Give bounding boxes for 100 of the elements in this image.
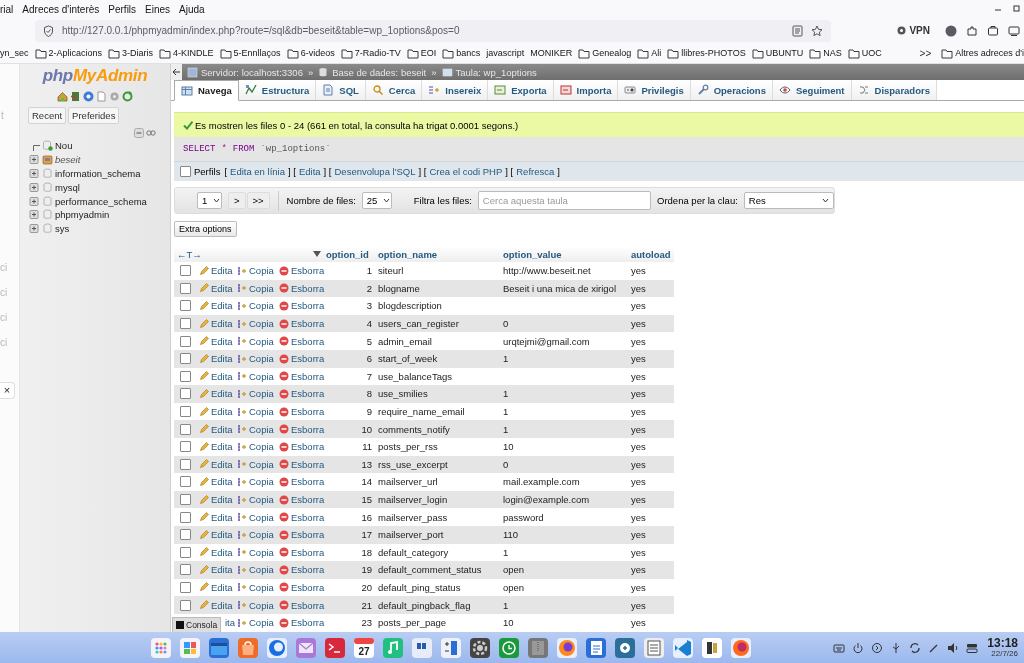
checkbox[interactable] bbox=[180, 564, 191, 576]
delete-link[interactable]: Esborra bbox=[279, 511, 324, 523]
edit-link[interactable]: Edita bbox=[199, 353, 237, 365]
copy-link[interactable]: Copia bbox=[237, 300, 279, 312]
sort-icon[interactable] bbox=[313, 251, 321, 257]
copy-link[interactable]: Copia bbox=[237, 511, 279, 523]
bookmark[interactable]: javascript bbox=[486, 48, 525, 58]
gear-icon[interactable] bbox=[469, 636, 491, 659]
tab[interactable]: SQL bbox=[316, 80, 366, 100]
more-bookmarks-button[interactable]: >> bbox=[919, 47, 932, 59]
column-arrows[interactable]: ←T→ bbox=[174, 248, 279, 260]
copy-link[interactable]: Copia bbox=[237, 406, 279, 418]
bookmark[interactable]: Genealog bbox=[578, 47, 632, 59]
bookmark[interactable]: EOI bbox=[406, 47, 437, 59]
edit-link[interactable]: Edita bbox=[199, 300, 237, 312]
close-button[interactable]: × bbox=[0, 382, 15, 399]
delete-link[interactable]: Esborra bbox=[279, 300, 324, 312]
checkbox[interactable] bbox=[180, 494, 191, 505]
exit-icon[interactable] bbox=[70, 91, 81, 102]
bookmark[interactable]: 3-Diaris bbox=[108, 47, 154, 59]
app-icon[interactable] bbox=[701, 636, 723, 659]
tree-item[interactable]: Nou bbox=[29, 139, 170, 153]
filter-field[interactable]: Cerca aquesta taula bbox=[477, 191, 652, 210]
delete-link[interactable]: Esborra bbox=[279, 582, 324, 593]
tab[interactable]: Navega bbox=[174, 80, 239, 101]
checkbox[interactable] bbox=[180, 282, 191, 294]
edit-link[interactable]: Edita bbox=[199, 423, 237, 435]
media-icon[interactable] bbox=[871, 641, 884, 654]
delete-link[interactable]: Esborra bbox=[279, 546, 324, 558]
page-select[interactable]: 1 bbox=[197, 192, 222, 209]
menu-item[interactable]: rial bbox=[0, 3, 14, 15]
tab[interactable]: Cerca bbox=[365, 80, 423, 100]
extension-icon[interactable] bbox=[966, 24, 978, 37]
copy-link[interactable]: Copia bbox=[237, 282, 279, 294]
delete-link[interactable]: Esborra bbox=[279, 564, 324, 576]
launcher-icon[interactable] bbox=[150, 636, 172, 659]
volume-icon[interactable] bbox=[947, 641, 960, 654]
bookmark[interactable]: 5-Ennllaços bbox=[219, 47, 281, 59]
reload-icon[interactable] bbox=[122, 91, 133, 102]
edit-link[interactable]: Edita bbox=[199, 582, 237, 593]
delete-link[interactable]: Esborra bbox=[279, 370, 324, 382]
checkbox[interactable] bbox=[180, 599, 191, 611]
delete-link[interactable]: Esborra bbox=[279, 476, 324, 488]
help-icon[interactable] bbox=[83, 91, 94, 102]
copy-link[interactable]: Copia bbox=[237, 353, 279, 365]
edit-link[interactable]: Edita bbox=[199, 511, 237, 523]
mail-icon[interactable] bbox=[295, 636, 317, 659]
extra-options-button[interactable]: Extra options bbox=[174, 221, 237, 237]
tree-item[interactable]: mysql bbox=[29, 180, 170, 195]
column-header[interactable]: option_value bbox=[501, 248, 629, 260]
delete-link[interactable]: Esborra bbox=[279, 353, 324, 365]
bookmark[interactable]: llibres-PHOTOS bbox=[667, 47, 746, 59]
bookmark[interactable]: UOC bbox=[847, 47, 882, 59]
checkbox[interactable] bbox=[180, 582, 191, 593]
checkbox[interactable] bbox=[180, 318, 191, 330]
bookmark[interactable]: yn_sec bbox=[0, 48, 29, 58]
rows-select[interactable]: 25 bbox=[361, 192, 392, 209]
battery-icon[interactable] bbox=[966, 641, 979, 654]
edit-link[interactable]: Edita bbox=[199, 265, 237, 277]
keyboard-icon[interactable] bbox=[833, 641, 846, 654]
checkbox[interactable] bbox=[180, 476, 191, 488]
checkbox[interactable] bbox=[180, 353, 191, 365]
last-button[interactable]: >> bbox=[246, 192, 270, 209]
link[interactable]: Refresca bbox=[516, 166, 555, 177]
copy-link[interactable]: Copia bbox=[237, 441, 279, 453]
copy-link[interactable]: Copia bbox=[237, 599, 279, 611]
copy-link[interactable]: Copia bbox=[237, 529, 279, 541]
clock-icon[interactable] bbox=[498, 636, 520, 659]
breadcrumb-link[interactable]: Base de dades: beseit bbox=[318, 66, 427, 78]
checkbox[interactable] bbox=[180, 546, 191, 558]
archive-icon[interactable] bbox=[527, 636, 549, 659]
checkbox[interactable] bbox=[180, 335, 191, 347]
maximize-icon[interactable] bbox=[1012, 4, 1022, 14]
edit-link[interactable]: Edita bbox=[199, 529, 237, 541]
home-icon[interactable] bbox=[57, 91, 68, 102]
screen-icon[interactable] bbox=[1008, 24, 1020, 37]
tab[interactable]: Operacions bbox=[690, 80, 773, 100]
back-icon[interactable] bbox=[171, 64, 182, 80]
code-editor-icon[interactable] bbox=[672, 636, 694, 659]
tree-item[interactable]: phpmyadmin bbox=[29, 208, 170, 222]
bookmark[interactable]: 7-Radio-TV bbox=[340, 47, 401, 59]
tab[interactable]: Exporta bbox=[488, 80, 554, 100]
edit-link[interactable]: Edita bbox=[199, 546, 237, 558]
delete-link[interactable]: Esborra bbox=[279, 617, 324, 629]
breadcrumb-link[interactable]: Taula: wp_1options bbox=[441, 66, 537, 78]
edit-link[interactable]: Edita bbox=[199, 406, 237, 418]
account-icon[interactable] bbox=[945, 24, 957, 37]
copy-link[interactable]: Copia bbox=[237, 617, 279, 629]
calendar-icon[interactable]: 27 bbox=[353, 636, 375, 659]
terminal-icon[interactable] bbox=[324, 636, 346, 659]
link[interactable]: Edita bbox=[298, 166, 321, 177]
browser-icon[interactable] bbox=[266, 636, 288, 659]
bookmark[interactable]: MONIKER bbox=[530, 48, 573, 58]
checkbox[interactable] bbox=[180, 529, 191, 541]
tab[interactable]: Estructura bbox=[238, 80, 317, 100]
bookmark[interactable]: UBUNTU bbox=[751, 47, 804, 59]
copy-link[interactable]: Copia bbox=[237, 476, 279, 488]
bookmark[interactable]: 6-videos bbox=[286, 47, 335, 59]
checkbox[interactable] bbox=[180, 441, 191, 453]
copy-link[interactable]: Copia bbox=[237, 423, 279, 435]
